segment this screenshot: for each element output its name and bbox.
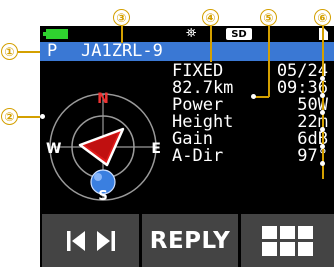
callout-2-leader [18,116,42,118]
callout-3: ③ [113,9,130,26]
callout-1-leader [18,51,42,53]
info-row-adir: A-Dir 97° [164,148,332,165]
callout-5-dot [251,94,256,99]
callout-6-dot-adir [320,161,325,166]
callout-4-leader [210,26,212,62]
satellite-icon: ⛯ [186,26,197,41]
skip-prev-next-icon [66,230,115,251]
callout-5-leader-h [254,96,269,98]
compass-east-label: E [151,141,161,157]
callout-4: ④ [202,9,219,26]
callout-2: ② [1,108,18,125]
compass: N W E S [46,91,161,201]
callout-6-dot-date [320,76,325,81]
station-callsign: JA1ZRL-9 [81,41,163,61]
reply-button-label: REPLY [149,227,231,254]
callout-6-dot-gain [320,144,325,149]
radio-screen: ⛯ SD P JA1ZRL-9 N W E S FIXED 05/24 82.7… [40,26,334,267]
callout-6-dot-time [320,93,325,98]
menu-button[interactable] [241,214,334,267]
station-prefix: P [47,41,58,61]
callout-1: ① [1,43,18,60]
soft-key-bar: REPLY [40,214,334,267]
sd-card-icon: SD [226,28,252,40]
callout-6-dot-power [320,110,325,115]
compass-west-label: W [46,141,61,157]
callout-5: ⑤ [260,9,277,26]
station-info-panel: FIXED 05/24 82.7km 09:36 Power 50W Heigh… [164,63,334,203]
prev-next-button[interactable] [42,214,139,267]
compass-south-label: S [98,189,107,201]
battery-icon [43,29,68,39]
grid-icon [261,225,314,256]
callout-2-dot [40,114,45,119]
callout-6: ⑥ [314,9,331,26]
callout-3-leader [121,26,123,43]
memo-icon [319,28,328,40]
callout-5-leader [268,26,270,97]
compass-north-label: N [97,91,109,107]
status-bar: ⛯ SD [40,26,334,42]
callout-6-leader [322,26,324,179]
callout-6-dot-height [320,127,325,132]
reply-button[interactable]: REPLY [142,214,238,267]
antenna-direction-label: A-Dir [172,146,224,166]
station-title-bar: P JA1ZRL-9 [40,42,334,61]
